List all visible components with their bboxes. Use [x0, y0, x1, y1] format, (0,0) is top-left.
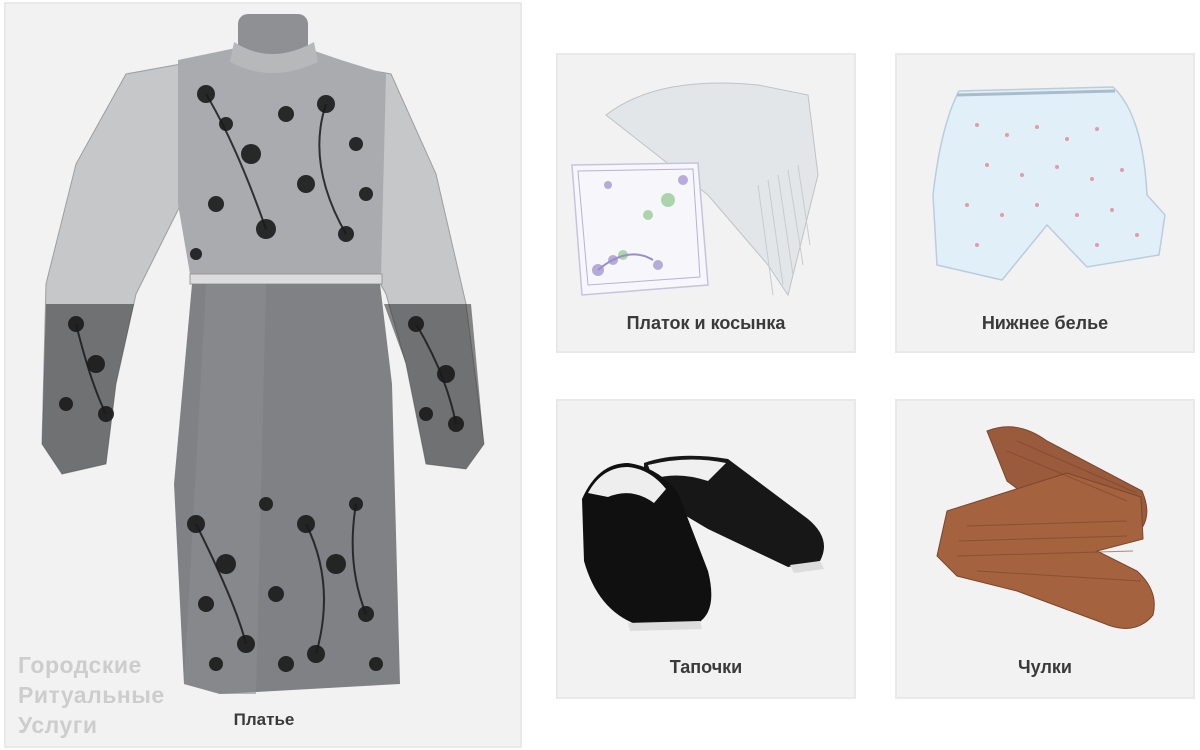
slippers-card[interactable]: Тапочки: [556, 399, 856, 699]
stockings-card[interactable]: Чулки: [895, 399, 1195, 699]
scarf-image: [571, 82, 819, 297]
underwear-card[interactable]: Нижнее белье: [895, 53, 1195, 353]
stockings-image: [936, 426, 1155, 629]
dress-image: [41, 14, 485, 694]
scarf-label: Платок и косынка: [626, 313, 786, 333]
slippers-image: [582, 455, 824, 631]
underwear-label: Нижнее белье: [981, 313, 1109, 333]
watermark-line-1: Городские: [18, 652, 142, 678]
dress-card[interactable]: Городские Ритуальные Услуги Платье: [4, 2, 522, 748]
watermark-line-2: Ритуальные: [18, 682, 165, 708]
stockings-label: Чулки: [1018, 657, 1072, 677]
scarf-card[interactable]: Платок и косынка: [556, 53, 856, 353]
dress-label: Платье: [233, 710, 295, 729]
slippers-label: Тапочки: [669, 657, 743, 677]
underwear-image: [932, 86, 1166, 281]
